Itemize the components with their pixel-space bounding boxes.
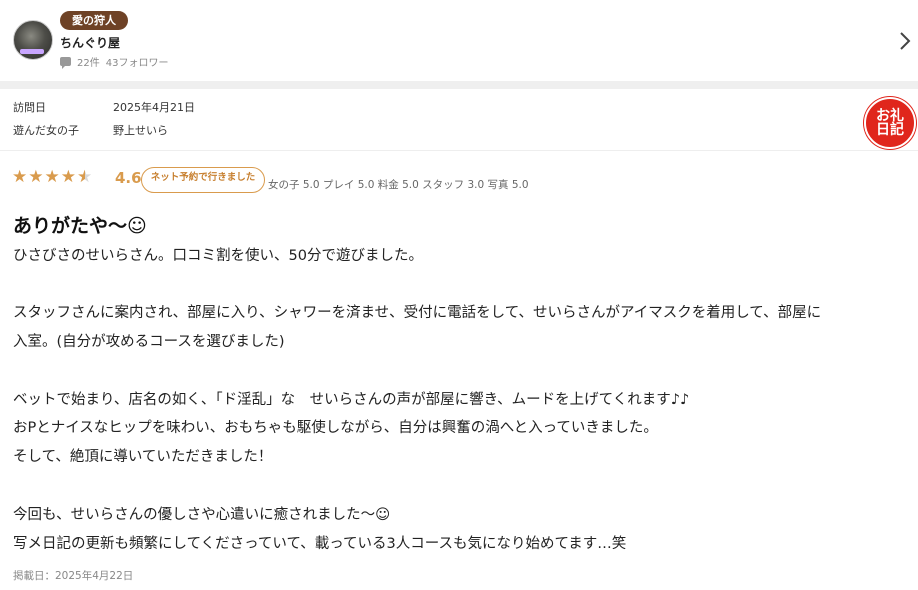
visit-date-value: 2025年4月21日 (113, 101, 195, 114)
follower-count: 43フォロワー (105, 58, 169, 69)
star-icon: ★ (44, 167, 60, 187)
posted-date: 掲載日：2025年4月22日 (13, 570, 134, 582)
visit-date-label: 訪問日 (13, 101, 46, 114)
girl-label: 遊んだ女の子 (13, 124, 79, 137)
review-line: 入室。(自分が攻めるコースを選びました) (13, 334, 285, 350)
review-title: ありがたや〜☺ (13, 215, 147, 237)
review-line: 今回も、せいらさんの優しさや心遣いに癒されました〜☺ (13, 507, 391, 523)
star-rating: ★ ★ ★ ★ ★ (12, 168, 92, 186)
review-line: 写メ日記の更新も頻繁にしてくださっていて、載っている3人コースも気になり始めてま… (13, 536, 627, 552)
chevron-right-icon[interactable] (899, 30, 911, 57)
review-line: ベットで始まり、店名の如く、「ド淫乱」な せいらさんの声が部屋に響き、ムードを上… (13, 392, 690, 408)
sub-ratings: 女の子 5.0 プレイ 5.0 料金 5.0 スタッフ 3.0 写真 5.0 (268, 179, 529, 191)
divider (0, 150, 918, 151)
username[interactable]: ちんぐり屋 (60, 34, 120, 51)
comment-icon (60, 57, 71, 69)
avatar[interactable] (13, 20, 53, 60)
review-line: ひさびさのせいらさん。口コミ割を使い、50分で遊びました。 (13, 248, 423, 264)
star-icon: ★ (60, 167, 76, 187)
half-star-icon: ★ (77, 167, 93, 187)
review-line: おPとナイスなヒップを味わい、おもちゃも駆使しながら、自分は興奮の渦へと入ってい… (13, 420, 658, 436)
star-icon: ★ (12, 167, 28, 187)
girl-name[interactable]: 野上せいら (113, 122, 168, 138)
user-stats: 22件 43フォロワー (60, 54, 168, 69)
thanks-diary-stamp: お礼日記 (864, 97, 916, 149)
post-count: 22件 (77, 58, 100, 69)
rank-badge: 愛の狩人 (60, 11, 128, 30)
review-line: スタッフさんに案内され、部屋に入り、シャワーを済ませ、受付に電話をして、せいらさ… (13, 305, 822, 321)
net-reservation-badge: ネット予約で行きました (141, 167, 265, 193)
rating-score: 4.6 (115, 169, 142, 187)
star-icon: ★ (28, 167, 44, 187)
review-line: そして、絶頂に導いていただきました！ (13, 449, 273, 465)
section-divider (0, 81, 918, 89)
